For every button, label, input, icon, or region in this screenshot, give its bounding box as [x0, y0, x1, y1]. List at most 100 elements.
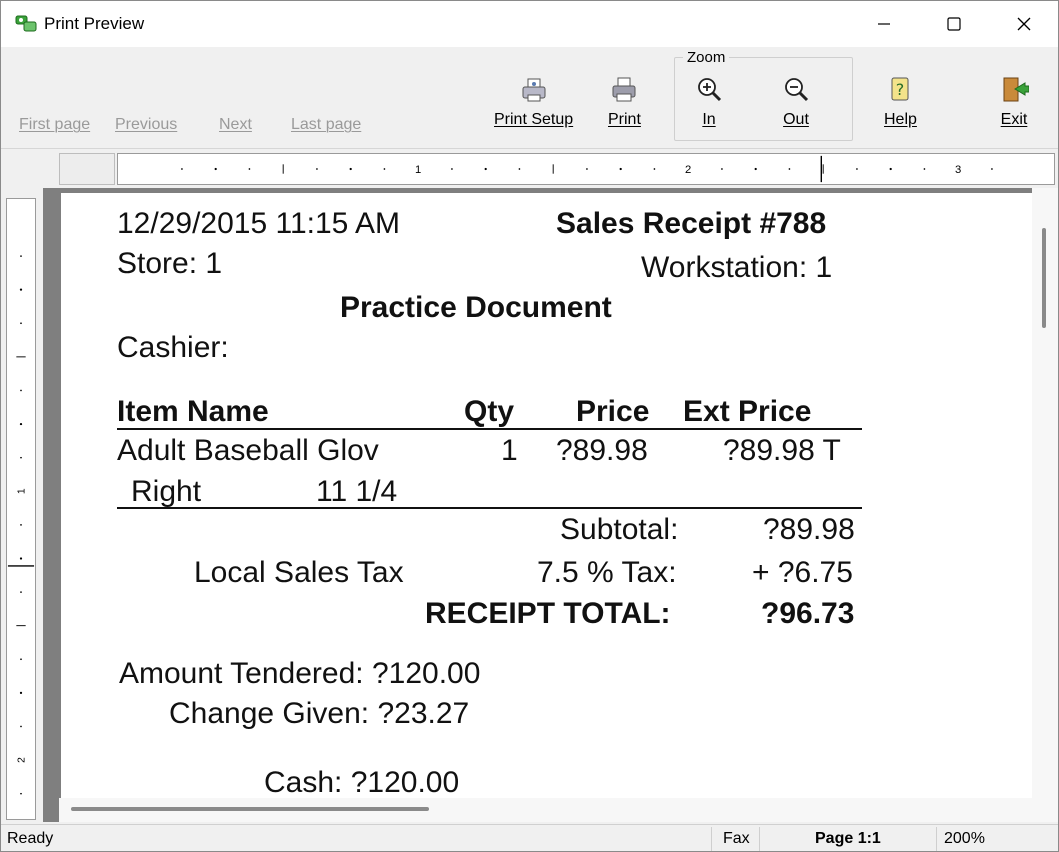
ruler-label: 3: [955, 164, 961, 176]
tax-value: + ?6.75: [752, 556, 853, 589]
printer-icon: [612, 77, 636, 102]
horizontal-scroll-thumb[interactable]: [71, 807, 429, 811]
ruler-tick: [788, 168, 791, 170]
ruler-tick: [20, 389, 22, 392]
exit-door-icon: [1003, 77, 1029, 102]
ruler-tick: [653, 168, 656, 170]
preview-area: 12/29/2015 11:15 AM Sales Receipt #788 S…: [43, 188, 1058, 822]
zoom-in-label: In: [702, 111, 716, 128]
toolbar: First page Previous Next Last page Print…: [1, 47, 1058, 154]
ruler-tick: [214, 167, 217, 171]
status-ready: Ready: [7, 830, 54, 847]
ruler-tick: [923, 168, 926, 170]
print-setup-label: Print Setup: [494, 111, 574, 128]
ruler-tick: [20, 591, 22, 593]
exit-button[interactable]: Exit: [999, 75, 1029, 129]
ruler-tick: [248, 168, 251, 170]
receipt-datetime: 12/29/2015 11:15 AM: [117, 207, 401, 240]
last-page-button[interactable]: Last page: [291, 116, 361, 134]
status-zoom: 200%: [944, 830, 985, 847]
ruler-tick: [20, 725, 22, 728]
items-underline: [117, 507, 862, 509]
amount-tendered: Amount Tendered: ?120.00: [119, 657, 481, 690]
zoom-in-button[interactable]: In: [694, 75, 724, 129]
help-label: Help: [884, 111, 917, 128]
item-qty: 1: [501, 434, 518, 467]
zoom-out-label: Out: [783, 111, 809, 128]
item-attribute-1: Right: [131, 475, 202, 508]
ruler-label: 2: [685, 164, 691, 176]
ruler-tick: [518, 168, 521, 170]
ruler-tick: [383, 168, 386, 170]
ruler-tick: [991, 168, 993, 170]
svg-text:?: ?: [896, 80, 905, 99]
minimize-button[interactable]: [849, 1, 919, 47]
close-icon: [1017, 17, 1031, 31]
item-attribute-2: 11 1/4: [316, 475, 398, 508]
app-icon: [15, 15, 37, 32]
print-setup-icon: [522, 78, 546, 102]
subtotal-label: Subtotal:: [560, 513, 679, 546]
ruler-tick: [316, 168, 318, 170]
ruler-tick: [856, 168, 858, 170]
window-title: Print Preview: [44, 14, 145, 33]
receipt-page: 12/29/2015 11:15 AM Sales Receipt #788 S…: [61, 193, 1033, 813]
print-preview-window: Print Preview First page Previous Next L…: [0, 0, 1059, 852]
minimize-icon: [878, 23, 890, 25]
item-ext-price: ?89.98 T: [723, 434, 841, 467]
print-label: Print: [608, 111, 641, 128]
receipt-store: Store: 1: [117, 247, 223, 280]
previous-button[interactable]: Previous: [115, 116, 177, 134]
ruler-tick: [349, 167, 352, 171]
title-bar: Print Preview: [1, 1, 1058, 47]
receipt-doc-type: Practice Document: [340, 291, 612, 324]
ruler-tick: [586, 168, 588, 170]
ruler-tick: [451, 168, 453, 170]
maximize-button[interactable]: [919, 1, 989, 47]
ruler-tick: [19, 422, 23, 426]
ruler-tick: [20, 456, 22, 459]
status-bar: Ready Fax Page 1:1 200%: [1, 824, 1058, 851]
receipt-workstation: Workstation: 1: [641, 251, 833, 284]
item-price: ?89.98: [556, 434, 648, 467]
help-button[interactable]: ? Help: [884, 75, 917, 129]
tax-label: 7.5 % Tax:: [537, 558, 677, 588]
cash-payment: Cash: ?120.00: [264, 766, 460, 799]
ruler-tick: [19, 691, 23, 694]
ruler-tick: [619, 167, 622, 171]
tax-name: Local Sales Tax: [194, 558, 404, 588]
next-button[interactable]: Next: [219, 116, 252, 134]
ruler-tick: [484, 167, 487, 171]
vertical-scrollbar[interactable]: [1032, 188, 1058, 798]
print-button[interactable]: Print: [608, 75, 641, 129]
change-given: Change Given: ?23.27: [169, 697, 470, 730]
header-ext-price: Ext Price: [683, 395, 812, 428]
receipt-total-value: ?96.73: [761, 597, 855, 630]
status-separator: [936, 827, 937, 851]
zoom-out-button[interactable]: Out: [781, 75, 811, 129]
status-separator: [759, 827, 760, 851]
header-qty: Qty: [464, 395, 515, 428]
vertical-scroll-thumb[interactable]: [1042, 228, 1046, 328]
zoom-out-icon: [785, 78, 809, 102]
ruler-tick: [20, 322, 22, 325]
maximize-icon: [947, 17, 961, 31]
ruler-label: 2: [17, 757, 28, 763]
ruler-tick: [19, 557, 23, 560]
receipt-total-label: RECEIPT TOTAL:: [425, 597, 671, 630]
header-underline: [117, 428, 862, 430]
close-button[interactable]: [989, 1, 1059, 47]
print-setup-button[interactable]: Print Setup: [494, 75, 573, 129]
header-item-name: Item Name: [117, 395, 269, 428]
status-fax: Fax: [723, 830, 750, 847]
vertical-ruler-area: 12: [1, 188, 43, 822]
status-page: Page 1:1: [815, 830, 881, 847]
ruler-tick: [20, 524, 22, 526]
zoom-in-icon: [698, 78, 722, 102]
status-separator: [711, 827, 712, 851]
horizontal-scrollbar[interactable]: [59, 798, 1058, 822]
ruler-tick: [181, 168, 183, 170]
item-name: Adult Baseball Glov: [117, 436, 379, 466]
first-page-button[interactable]: First page: [19, 116, 90, 134]
ruler-tick: [889, 167, 892, 171]
